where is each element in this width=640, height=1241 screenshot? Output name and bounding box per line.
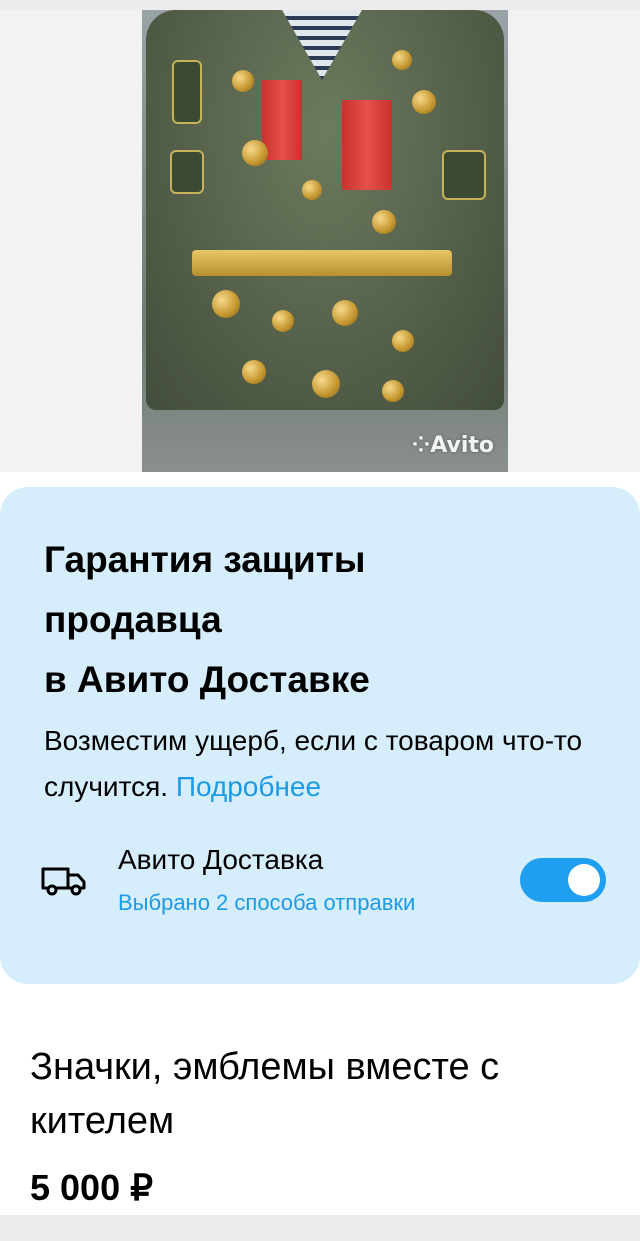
guarantee-title-line: Гарантия защиты [44, 539, 366, 580]
medal [382, 380, 404, 402]
listing-photo[interactable]: ⁘Avito [142, 10, 508, 472]
sleeve-patch [172, 60, 202, 124]
listing-price: 5 000 ₽ [30, 1167, 153, 1208]
medal [272, 310, 294, 332]
listing-photo-area[interactable]: ⁘Avito [0, 10, 640, 472]
medal [392, 330, 414, 352]
guarantee-description: Возместим ущерб, если с товаром что-то с… [44, 718, 604, 810]
medal [242, 360, 266, 384]
sleeve-patch [442, 150, 486, 200]
medal [212, 290, 240, 318]
medal [372, 210, 396, 234]
avito-watermark: ⁘Avito [411, 433, 494, 458]
medal [312, 370, 340, 398]
ribbon-decoration [262, 80, 302, 160]
delivery-option-name: Авито Доставка [118, 844, 324, 875]
guarantee-title: Гарантия защиты продавца в Авито Доставк… [44, 530, 564, 710]
truck-icon [40, 860, 90, 900]
medal [232, 70, 254, 92]
delivery-toggle[interactable] [520, 858, 606, 902]
belt-illustration [192, 250, 452, 276]
medal [302, 180, 322, 200]
medal [242, 140, 268, 166]
sleeve-patch [170, 150, 204, 194]
ribbon-decoration [342, 100, 392, 190]
guarantee-title-line: продавца [44, 599, 222, 640]
more-details-link[interactable]: Подробнее [176, 771, 321, 802]
top-strip [0, 0, 640, 10]
toggle-knob [568, 864, 600, 896]
medal [332, 300, 358, 326]
listing-title: Значки, эмблемы вместе с кителем [30, 1046, 500, 1142]
delivery-option-subtitle[interactable]: Выбрано 2 способа отправки [118, 888, 415, 918]
bottom-strip [0, 1215, 640, 1241]
medal [412, 90, 436, 114]
medal [392, 50, 412, 70]
guarantee-title-line: в Авито Доставке [44, 659, 370, 700]
